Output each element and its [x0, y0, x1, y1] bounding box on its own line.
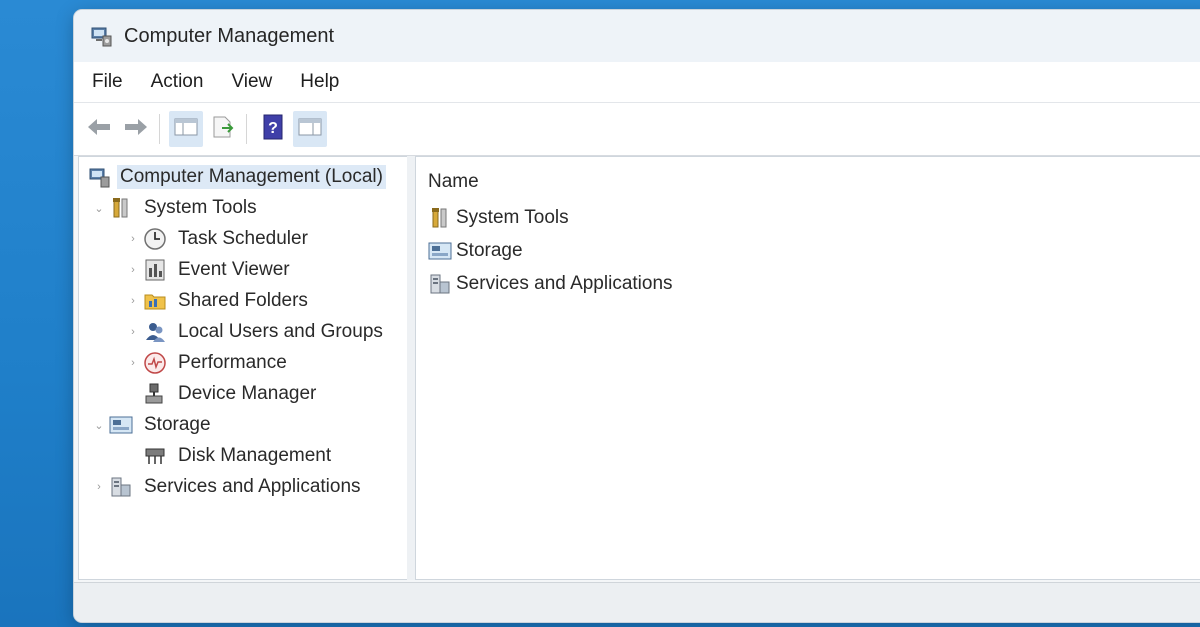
list-item-label: Storage — [456, 240, 523, 261]
show-hide-action-pane-icon — [297, 116, 323, 143]
expander-icon[interactable]: › — [125, 357, 141, 369]
show-hide-console-tree-icon — [173, 116, 199, 143]
menu-view[interactable]: View — [217, 71, 286, 93]
help-icon: ? — [261, 114, 285, 145]
tree-item-storage[interactable]: ⌄ Storage — [91, 411, 214, 439]
performance-icon — [141, 350, 169, 376]
toolbar-separator — [159, 114, 160, 144]
help-button[interactable]: ? — [256, 111, 290, 147]
expander-icon[interactable]: › — [125, 295, 141, 307]
tree-item-event-viewer[interactable]: › Event Viewer — [125, 256, 293, 284]
back-button[interactable] — [82, 111, 116, 147]
list-item-label: System Tools — [456, 207, 569, 228]
expander-icon[interactable]: › — [125, 233, 141, 245]
svg-text:?: ? — [268, 120, 278, 137]
menu-file[interactable]: File — [74, 71, 137, 93]
show-hide-console-tree-button[interactable] — [169, 111, 203, 147]
list-item-label: Services and Applications — [456, 273, 673, 294]
tree-item-task-scheduler[interactable]: › Task Scheduler — [125, 225, 311, 253]
pane-splitter[interactable] — [407, 156, 415, 580]
tools-icon — [426, 205, 454, 231]
menu-help[interactable]: Help — [286, 71, 353, 93]
title-bar[interactable]: Computer Management — [74, 10, 1200, 62]
tree-item-label: Computer Management (Local) — [117, 165, 386, 189]
export-list-button[interactable] — [206, 111, 240, 147]
console-tree[interactable]: Computer Management (Local) ⌄ System Too… — [78, 156, 408, 580]
show-hide-action-pane-button[interactable] — [293, 111, 327, 147]
window-title: Computer Management — [124, 24, 335, 47]
expander-icon[interactable]: › — [125, 264, 141, 276]
tree-item-local-users-and-groups[interactable]: › Local Users and Groups — [125, 318, 386, 346]
tree-item-device-manager[interactable]: Device Manager — [125, 380, 319, 408]
clock-icon — [141, 226, 169, 252]
tree-item-label: Device Manager — [178, 383, 317, 404]
services-icon — [426, 271, 454, 297]
tree-item-performance[interactable]: › Performance — [125, 349, 290, 377]
computer-management-icon — [85, 164, 113, 190]
expander-icon[interactable]: › — [91, 481, 107, 493]
forward-arrow-icon — [123, 117, 149, 142]
list-item-system-tools[interactable]: System Tools — [426, 203, 569, 233]
shared-folders-icon — [141, 288, 169, 314]
status-bar — [74, 582, 1200, 622]
column-header-name[interactable]: Name — [428, 171, 479, 193]
export-list-icon — [210, 115, 236, 144]
computer-management-icon — [88, 23, 114, 49]
list-item-storage[interactable]: Storage — [426, 236, 523, 266]
tree-item-label: System Tools — [144, 197, 257, 218]
disk-management-icon — [141, 443, 169, 469]
tree-item-label: Storage — [144, 414, 211, 435]
back-arrow-icon — [86, 117, 112, 142]
menu-action[interactable]: Action — [137, 71, 218, 93]
device-manager-icon — [141, 381, 169, 407]
tree-item-disk-management[interactable]: Disk Management — [125, 442, 334, 470]
tree-item-services-and-applications[interactable]: › Services and Applications — [91, 473, 364, 501]
expander-icon[interactable]: ⌄ — [91, 419, 107, 432]
storage-icon — [107, 412, 135, 438]
tree-item-label: Services and Applications — [144, 476, 361, 497]
toolbar: ? — [74, 102, 1200, 156]
tree-item-computer-management-local[interactable]: Computer Management (Local) — [85, 163, 386, 191]
tree-item-label: Local Users and Groups — [178, 321, 383, 342]
expander-icon[interactable]: › — [125, 326, 141, 338]
tree-item-label: Performance — [178, 352, 287, 373]
tree-item-system-tools[interactable]: ⌄ System Tools — [91, 194, 260, 222]
tree-item-label: Disk Management — [178, 445, 332, 466]
computer-management-window: Computer Management File Action View Hel… — [74, 10, 1200, 622]
tree-item-shared-folders[interactable]: › Shared Folders — [125, 287, 311, 315]
toolbar-separator — [246, 114, 247, 144]
forward-button[interactable] — [119, 111, 153, 147]
list-item-services-and-applications[interactable]: Services and Applications — [426, 269, 673, 299]
tools-icon — [107, 195, 135, 221]
services-icon — [107, 474, 135, 500]
event-viewer-icon — [141, 257, 169, 283]
tree-item-label: Event Viewer — [178, 259, 290, 280]
results-list[interactable]: Name System Tools Storage Services and A… — [415, 156, 1200, 580]
storage-icon — [426, 238, 454, 264]
expander-icon[interactable]: ⌄ — [91, 202, 107, 215]
menu-bar: File Action View Help — [74, 62, 1200, 102]
tree-item-label: Task Scheduler — [178, 228, 308, 249]
users-icon — [141, 319, 169, 345]
tree-item-label: Shared Folders — [178, 290, 308, 311]
